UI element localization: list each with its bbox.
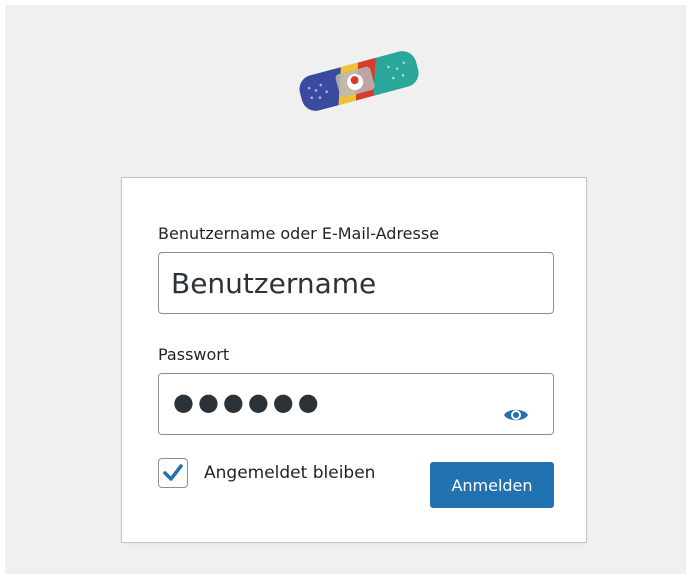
password-label: Passwort	[158, 345, 230, 364]
checkmark-icon	[163, 464, 183, 481]
login-form: Benutzername oder E-Mail-Adresse Benutze…	[121, 177, 587, 543]
bandage-logo-icon[interactable]	[293, 45, 425, 117]
login-button[interactable]: Anmelden	[430, 462, 554, 508]
password-input[interactable]: ●●●●●●	[158, 373, 554, 435]
username-input[interactable]: Benutzername	[158, 252, 554, 314]
username-value: Benutzername	[171, 267, 377, 300]
remember-checkbox[interactable]	[158, 458, 188, 488]
login-page: Benutzername oder E-Mail-Adresse Benutze…	[5, 5, 686, 574]
eye-icon[interactable]	[503, 406, 529, 424]
username-label: Benutzername oder E-Mail-Adresse	[158, 224, 440, 243]
remember-label: Angemeldet bleiben	[204, 463, 376, 483]
password-value: ●●●●●●	[173, 388, 323, 416]
